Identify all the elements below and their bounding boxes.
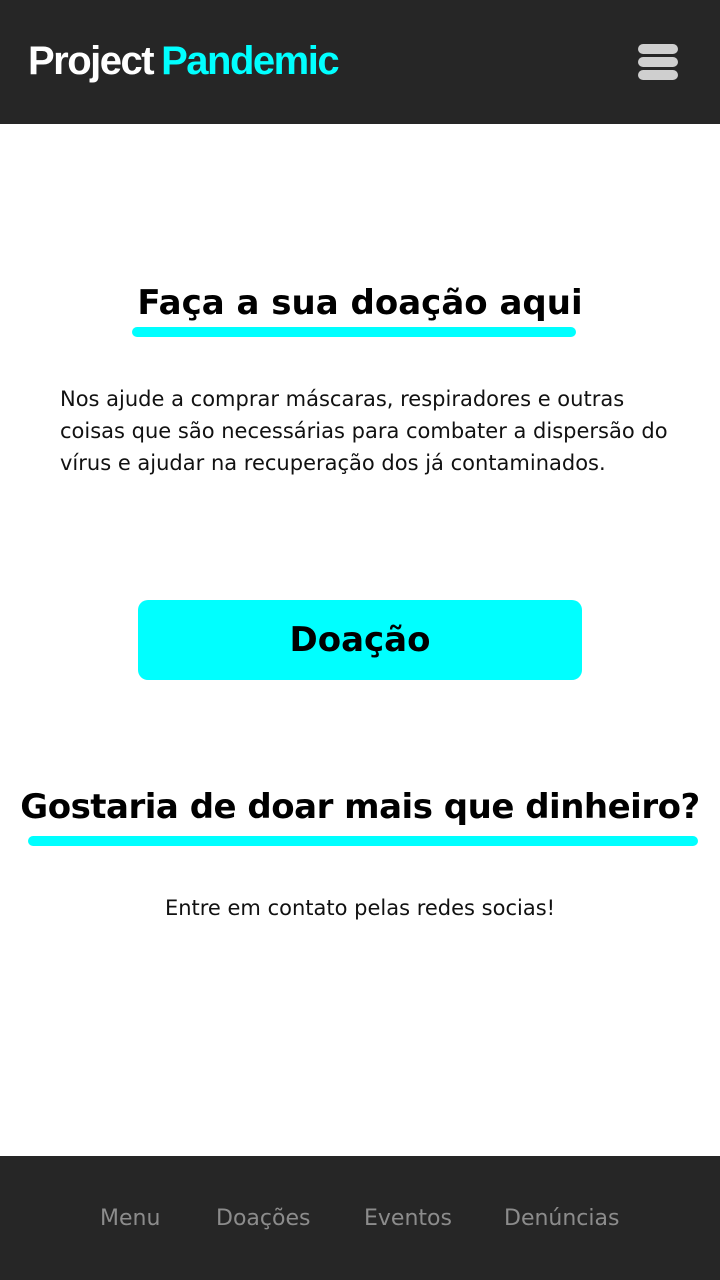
donate-button[interactable]: Doação [138, 600, 582, 680]
donation-heading: Faça a sua doação aqui [137, 283, 583, 323]
footer-link-denuncias[interactable]: Denúncias [504, 1204, 619, 1234]
contact-text: Entre em contato pelas redes socias! [164, 896, 556, 920]
logo-text-project: Project [28, 39, 155, 83]
hamburger-menu-icon[interactable] [636, 42, 680, 82]
donate-more-heading: Gostaria de doar mais que dinheiro? [20, 787, 700, 827]
menu-bar-bottom [638, 70, 678, 80]
page: Project Pandemic Faça a sua doação aqui N… [0, 0, 720, 1280]
bottom-navbar: Menu Doações Eventos Denúncias [0, 1156, 720, 1280]
app-logo[interactable]: Project Pandemic [28, 36, 340, 86]
donation-description: Nos ajude a comprar máscaras, respirador… [60, 387, 668, 475]
footer-link-eventos[interactable]: Eventos [364, 1204, 452, 1234]
footer-link-menu[interactable]: Menu [100, 1204, 160, 1234]
donation-heading-underline [132, 327, 576, 337]
menu-bar-top [638, 44, 678, 54]
footer-link-doacoes[interactable]: Doações [216, 1204, 310, 1234]
top-navbar: Project Pandemic [0, 0, 720, 124]
donate-more-heading-underline [28, 836, 698, 846]
menu-bar-middle [638, 57, 678, 67]
logo-text-pandemic: Pandemic [161, 39, 339, 83]
